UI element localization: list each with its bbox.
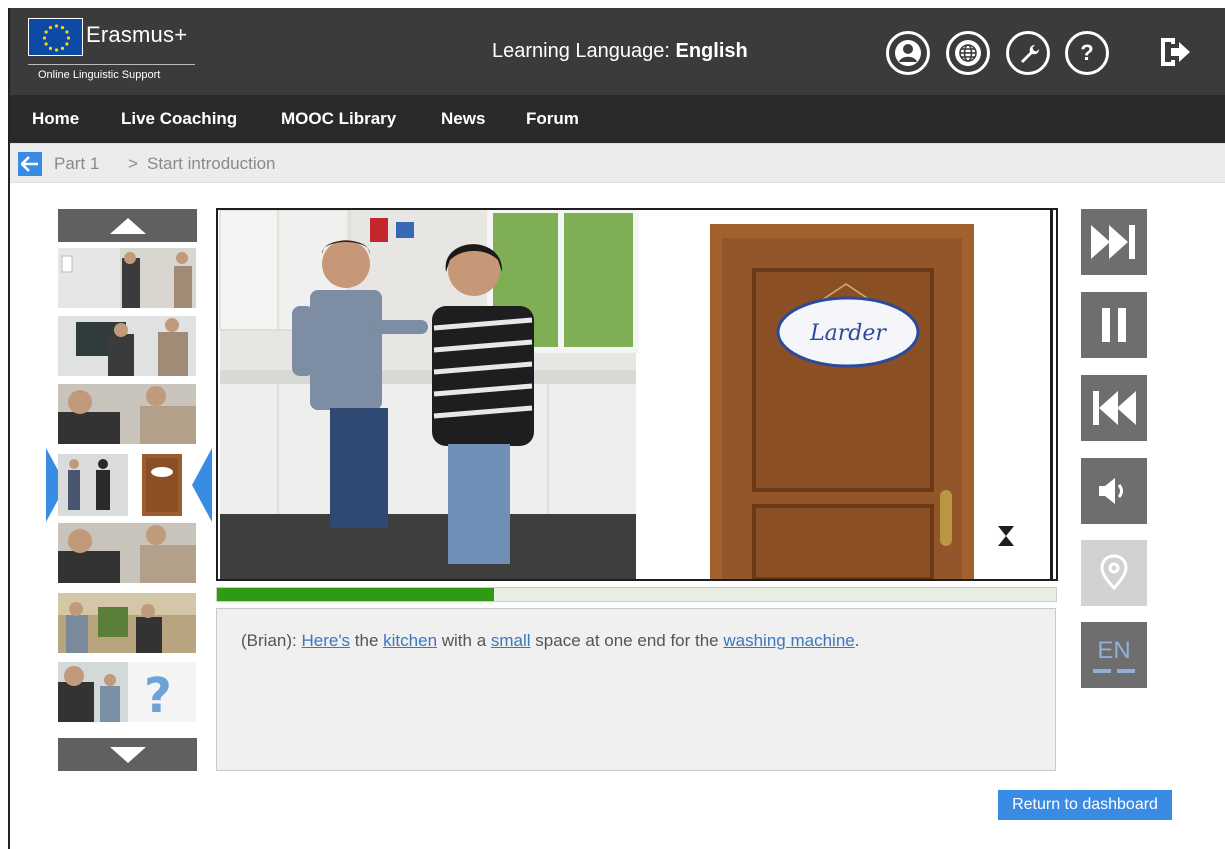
nav-forum[interactable]: Forum xyxy=(526,109,579,129)
user-icon[interactable] xyxy=(886,31,930,75)
hourglass-icon xyxy=(998,526,1014,546)
logo-name: Erasmus+ xyxy=(86,22,188,47)
transcript-text-segment: space at one end for the xyxy=(530,631,724,650)
return-to-dashboard-button[interactable]: Return to dashboard xyxy=(998,790,1172,820)
door-sign-text: Larder xyxy=(809,321,887,346)
erasmus-logo[interactable]: Erasmus+ Online Linguistic Support xyxy=(28,18,200,82)
location-button[interactable] xyxy=(1081,540,1147,606)
skip-forward-button[interactable] xyxy=(1081,209,1147,275)
thumbs-up-button[interactable] xyxy=(58,209,197,242)
transcript-text-segment: with a xyxy=(437,631,491,650)
header-bar: Erasmus+ Online Linguistic Support Learn… xyxy=(10,8,1225,95)
logout-icon[interactable] xyxy=(1157,34,1193,70)
transcript-text-segment: . xyxy=(854,631,860,650)
transcript-text-segment: the xyxy=(350,631,384,650)
breadcrumb-part[interactable]: Part 1 xyxy=(54,154,99,174)
language-toggle[interactable]: EN xyxy=(1081,622,1147,688)
thumbs-down-button[interactable] xyxy=(58,738,197,771)
learning-language-value: English xyxy=(675,40,748,62)
slide-thumbnail[interactable] xyxy=(58,316,196,376)
breadcrumb: Part 1 > Start introduction xyxy=(10,143,1225,183)
transcript-word-link[interactable]: kitchen xyxy=(383,631,437,650)
slide-viewer: Larder xyxy=(216,208,1058,581)
media-progress-fill xyxy=(217,588,494,601)
globe-icon[interactable] xyxy=(946,31,990,75)
volume-button[interactable] xyxy=(1081,458,1147,524)
rewind-button[interactable] xyxy=(1081,375,1147,441)
breadcrumb-separator: > xyxy=(128,154,138,173)
app-frame: Erasmus+ Online Linguistic Support Learn… xyxy=(8,8,1225,849)
transcript-word-link[interactable]: small xyxy=(491,631,531,650)
volume-icon xyxy=(1099,478,1123,504)
slide-thumbnail[interactable] xyxy=(58,248,196,308)
pause-button[interactable] xyxy=(1081,292,1147,358)
breadcrumb-current: Start introduction xyxy=(147,154,276,173)
slide-thumbnail-active[interactable] xyxy=(46,448,212,522)
rewind-icon xyxy=(1093,391,1136,425)
skip-forward-icon xyxy=(1091,225,1135,259)
learning-language: Learning Language: English xyxy=(492,40,748,63)
slide-thumbnail[interactable] xyxy=(58,384,196,444)
help-icon[interactable]: ? xyxy=(1065,31,1109,75)
transcript-panel: (Brian): Here's the kitchen with a small… xyxy=(216,608,1056,771)
eu-flag-icon xyxy=(28,18,83,56)
transcript-text: Here's the kitchen with a small space at… xyxy=(301,631,859,650)
slide-thumbnail[interactable]: ? xyxy=(58,662,196,722)
wrench-icon[interactable] xyxy=(1006,31,1050,75)
language-code: EN xyxy=(1097,637,1131,664)
location-pin-icon xyxy=(1100,554,1128,591)
svg-text:?: ? xyxy=(144,668,172,722)
transcript-word-link[interactable]: Here's xyxy=(301,631,350,650)
main-nav: Home Live Coaching MOOC Library News For… xyxy=(10,95,1225,143)
transcript-word-link[interactable]: washing machine xyxy=(723,631,854,650)
nav-news[interactable]: News xyxy=(441,109,485,129)
nav-home[interactable]: Home xyxy=(32,109,79,129)
learning-language-label: Learning Language: xyxy=(492,40,676,62)
back-arrow-icon[interactable] xyxy=(18,152,42,176)
nav-live-coaching[interactable]: Live Coaching xyxy=(121,109,237,129)
logo-divider xyxy=(28,64,195,65)
nav-mooc-library[interactable]: MOOC Library xyxy=(281,109,396,129)
transcript-speaker: (Brian): xyxy=(241,631,302,650)
logo-subtitle: Online Linguistic Support xyxy=(38,69,161,81)
pause-icon xyxy=(1102,308,1126,342)
kitchen-scene-image: Larder xyxy=(219,210,1053,579)
media-progress-bar[interactable] xyxy=(216,587,1057,602)
slide-thumbnail[interactable] xyxy=(58,593,196,653)
slide-thumbnail[interactable] xyxy=(58,523,196,583)
language-underline xyxy=(1093,669,1135,673)
